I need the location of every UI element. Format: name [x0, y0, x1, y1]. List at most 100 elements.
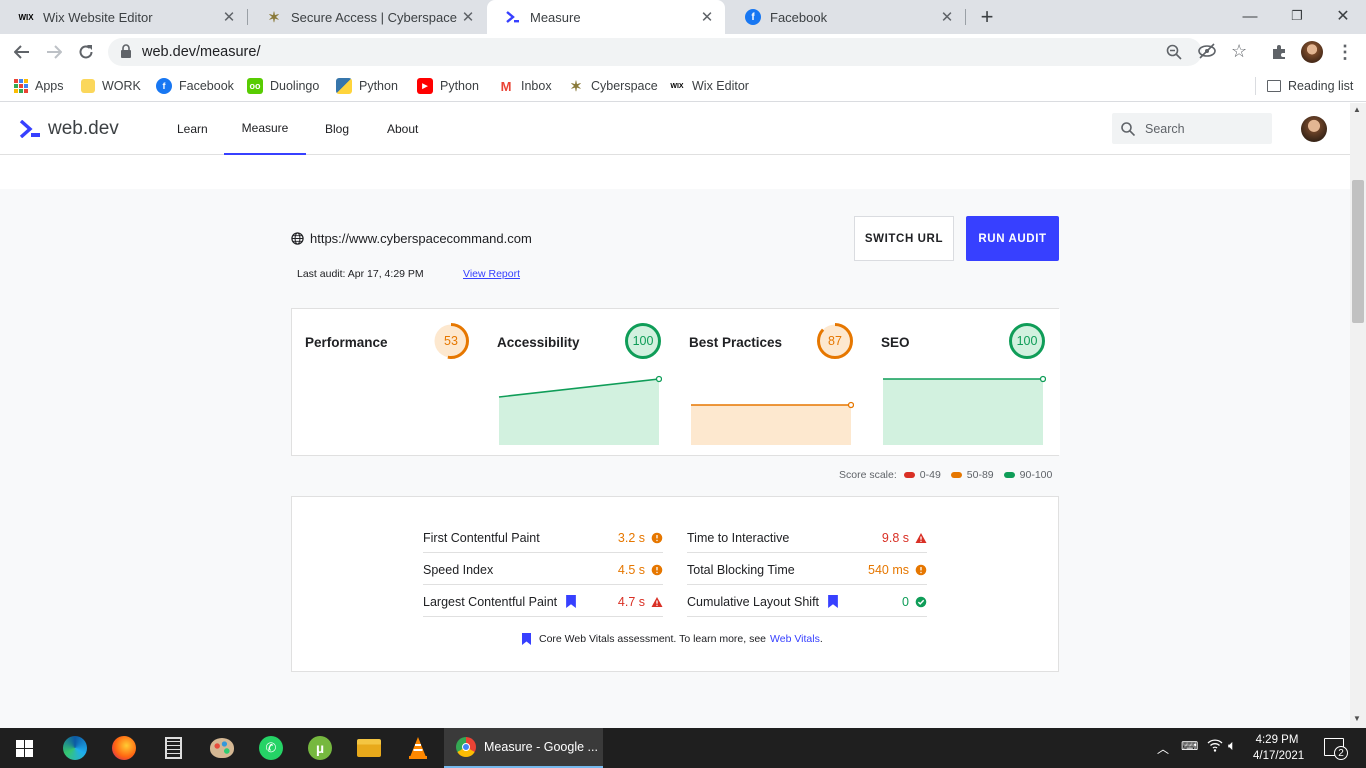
reload-icon[interactable]	[74, 40, 98, 64]
edge-icon[interactable]	[55, 732, 95, 764]
bookmark-duolingo[interactable]: oo Duolingo	[247, 76, 319, 96]
switch-url-button[interactable]: SWITCH URL	[854, 216, 954, 261]
run-audit-button[interactable]: RUN AUDIT	[966, 216, 1059, 261]
tab-cyberspace[interactable]: ✶ Secure Access | Cyberspace ✕	[248, 0, 486, 34]
bookmark-inbox[interactable]: M Inbox	[498, 76, 552, 96]
score-value: 53	[444, 334, 458, 348]
show-hidden-icons[interactable]: ︿	[1157, 740, 1169, 757]
calculator-icon[interactable]	[153, 732, 193, 764]
trend-latest-point[interactable]	[1039, 375, 1046, 383]
system-clock[interactable]: 4:29 PM 4/17/2021	[1253, 732, 1304, 764]
forward-icon[interactable]	[42, 40, 66, 64]
close-tab-icon[interactable]: ✕	[699, 8, 715, 26]
tab-wix-editor[interactable]: WIX Wix Website Editor ✕	[0, 0, 247, 34]
average-circle-icon	[651, 564, 663, 575]
tracking-blocked-icon[interactable]	[1198, 43, 1216, 64]
nav-measure[interactable]: Measure	[224, 103, 306, 155]
bookmark-label: Duolingo	[270, 79, 320, 93]
taskbar-chrome-window[interactable]: Measure - Google ...	[444, 728, 603, 768]
tab-title: Facebook	[770, 9, 828, 25]
scrollbar-thumb[interactable]	[1352, 180, 1364, 323]
utorrent-icon[interactable]: µ	[300, 732, 340, 764]
back-icon[interactable]	[10, 40, 34, 64]
category-card-best-practices[interactable]: Best Practices 87	[676, 309, 868, 455]
metric-row-first-contentful-paint: First Contentful Paint 3.2 s	[423, 523, 663, 553]
metric-name: Total Blocking Time	[687, 562, 795, 577]
score-scale-label: Score scale:	[839, 469, 897, 481]
score-range-fail: 0-49	[919, 469, 941, 481]
volume-icon[interactable]: 🔈︎	[1228, 737, 1236, 754]
nav-about[interactable]: About	[387, 103, 418, 155]
metric-value: 3.2 s	[617, 530, 645, 545]
bookmark-python-youtube[interactable]: ▶ Python	[417, 76, 479, 96]
last-audit-text: Last audit: Apr 17, 4:29 PM	[297, 268, 424, 280]
bookmark-cyberspace[interactable]: ✶ Cyberspace	[568, 76, 658, 96]
metric-name: Speed Index	[423, 562, 494, 577]
bookmark-wix-editor[interactable]: WIX Wix Editor	[669, 76, 749, 96]
tab-divider	[965, 9, 966, 25]
trend-latest-point[interactable]	[655, 375, 662, 383]
category-card-performance[interactable]: Performance 53	[292, 309, 484, 455]
paint-icon[interactable]	[202, 732, 242, 764]
site-logo[interactable]: web.dev	[19, 118, 119, 140]
web-vitals-link[interactable]: Web Vitals	[770, 633, 820, 645]
metric-label-wrap: Time to Interactive	[687, 531, 882, 545]
scroll-up-icon[interactable]: ▲	[1353, 105, 1361, 114]
duolingo-icon: oo	[247, 78, 263, 94]
search-placeholder: Search	[1145, 121, 1185, 136]
category-card-seo[interactable]: SEO 100	[868, 309, 1060, 455]
zoom-icon[interactable]	[1166, 44, 1182, 65]
nav-learn[interactable]: Learn	[177, 103, 208, 155]
bookmark-facebook[interactable]: f Facebook	[156, 76, 234, 96]
profile-avatar[interactable]	[1301, 41, 1323, 63]
scroll-down-icon[interactable]: ▼	[1353, 714, 1361, 723]
reading-list-button[interactable]: Reading list	[1267, 76, 1353, 96]
metric-row-largest-contentful-paint: Largest Contentful Paint 4.7 s	[423, 587, 663, 617]
bookmark-work[interactable]: WORK	[81, 76, 141, 96]
address-bar[interactable]: web.dev/measure/ ☆	[108, 38, 1247, 66]
bookmark-apps[interactable]: Apps	[14, 76, 64, 96]
bookmark-star-icon[interactable]: ☆	[1231, 41, 1247, 62]
windows-taskbar: ✆ µ Measure - Google ... ︿ ⌨ 🔈︎ 4:29 PM …	[0, 728, 1366, 768]
user-avatar[interactable]	[1301, 116, 1327, 142]
category-card-accessibility[interactable]: Accessibility 100	[484, 309, 676, 455]
reading-list-icon	[1267, 80, 1281, 92]
metric-value: 0	[902, 594, 909, 609]
search-box[interactable]: Search	[1112, 113, 1272, 144]
metric-row-cumulative-layout-shift: Cumulative Layout Shift 0	[687, 587, 927, 617]
category-name: Best Practices	[689, 335, 783, 350]
tab-measure[interactable]: Measure ✕	[487, 0, 725, 34]
metric-value: 4.5 s	[617, 562, 645, 577]
windows-start-icon[interactable]	[4, 732, 44, 764]
close-tab-icon[interactable]: ✕	[939, 8, 955, 26]
tab-facebook[interactable]: f Facebook ✕	[727, 0, 965, 34]
button-label: RUN AUDIT	[978, 232, 1047, 245]
browser-menu-icon[interactable]: ⋮	[1333, 40, 1357, 64]
notifications-icon[interactable]: 2	[1324, 738, 1348, 760]
metric-label-wrap: First Contentful Paint	[423, 531, 618, 545]
score-range-pass: 90-100	[1019, 469, 1053, 481]
fail-triangle-icon	[915, 532, 927, 543]
firefox-icon[interactable]	[104, 732, 144, 764]
input-method-icon[interactable]: ⌨	[1181, 739, 1198, 753]
close-tab-icon[interactable]: ✕	[221, 8, 237, 26]
metric-label-wrap: Largest Contentful Paint	[423, 595, 618, 609]
lock-icon[interactable]	[120, 44, 132, 63]
file-explorer-icon[interactable]	[349, 732, 389, 764]
extensions-icon[interactable]	[1267, 40, 1291, 64]
trend-latest-point[interactable]	[847, 401, 854, 409]
vlc-icon[interactable]	[398, 732, 438, 764]
minimize-icon[interactable]: —	[1238, 4, 1262, 28]
new-tab-icon[interactable]: +	[975, 4, 999, 29]
wifi-icon[interactable]	[1207, 738, 1223, 757]
score-trend-chart	[306, 375, 470, 445]
score-value: 100	[1016, 334, 1038, 348]
whatsapp-icon[interactable]: ✆	[251, 732, 291, 764]
bookmark-python[interactable]: Python	[336, 76, 398, 96]
score-range-average-swatch	[950, 472, 962, 478]
close-window-icon[interactable]: ✕	[1331, 4, 1355, 28]
view-report-link[interactable]: View Report	[463, 268, 520, 280]
nav-blog[interactable]: Blog	[325, 103, 349, 155]
close-tab-icon[interactable]: ✕	[460, 8, 476, 26]
restore-icon[interactable]: ❐	[1285, 4, 1309, 28]
